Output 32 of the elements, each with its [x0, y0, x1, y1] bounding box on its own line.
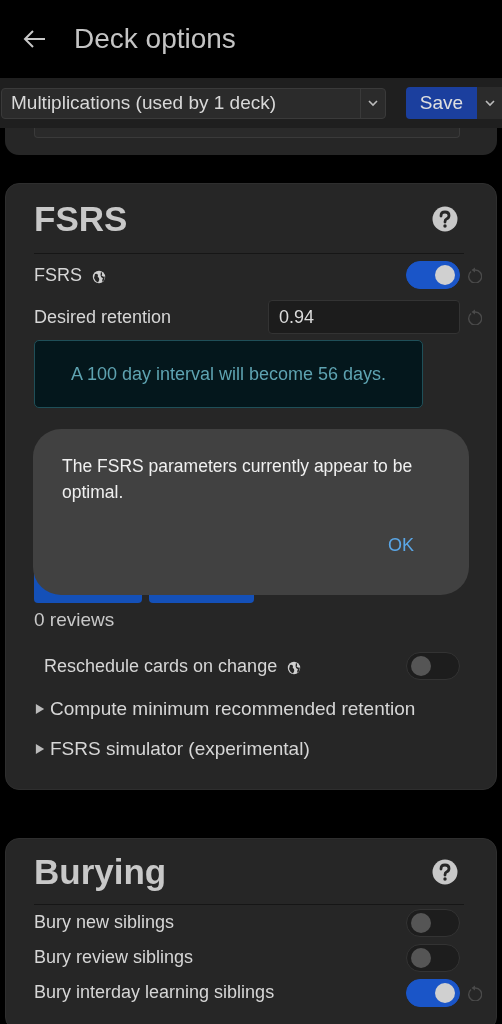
expander-toggle[interactable]: Compute minimum recommended retention	[34, 689, 416, 729]
dialog-message: The FSRS parameters currently appear to be optimal.	[62, 455, 414, 504]
setting-label: Desired retention	[34, 306, 172, 328]
section-title: FSRS	[34, 198, 128, 239]
preset-dropdown[interactable]: Multiplications (used by 1 deck)	[1, 87, 386, 119]
setting-label: Bury interday learning siblings	[34, 982, 275, 1003]
save-menu-button[interactable]	[477, 87, 502, 119]
setting-label: Reschedule cards on change	[44, 655, 278, 677]
toggle-switch[interactable]	[406, 652, 460, 680]
caret-icon	[34, 742, 46, 756]
review-count: 0 reviews	[34, 608, 115, 632]
number-field[interactable]: 0.94	[268, 300, 460, 334]
setting-label: Bury new siblings	[34, 912, 175, 933]
reset-icon[interactable]	[466, 309, 482, 325]
setting-label: FSRS	[34, 264, 82, 286]
reset-icon[interactable]	[466, 984, 482, 1001]
page-title: Deck options	[74, 23, 236, 55]
ok-button[interactable]: OK	[382, 531, 420, 560]
info-message: A 100 day interval will become 56 days.	[34, 340, 423, 408]
setting-label: Bury review siblings	[34, 947, 194, 968]
caret-icon	[34, 702, 46, 716]
toggle-switch[interactable]	[406, 261, 460, 289]
expander-toggle[interactable]: FSRS simulator (experimental)	[34, 729, 310, 769]
toggle-switch[interactable]	[406, 943, 460, 972]
toggle-switch[interactable]	[406, 978, 460, 1007]
save-button[interactable]: Save	[406, 87, 477, 119]
help-icon[interactable]	[432, 205, 458, 232]
toggle-switch[interactable]	[406, 908, 460, 937]
help-icon[interactable]	[432, 858, 458, 885]
section-title: Burying	[34, 851, 167, 892]
back-icon[interactable]	[22, 29, 46, 49]
reset-icon[interactable]	[466, 267, 482, 283]
